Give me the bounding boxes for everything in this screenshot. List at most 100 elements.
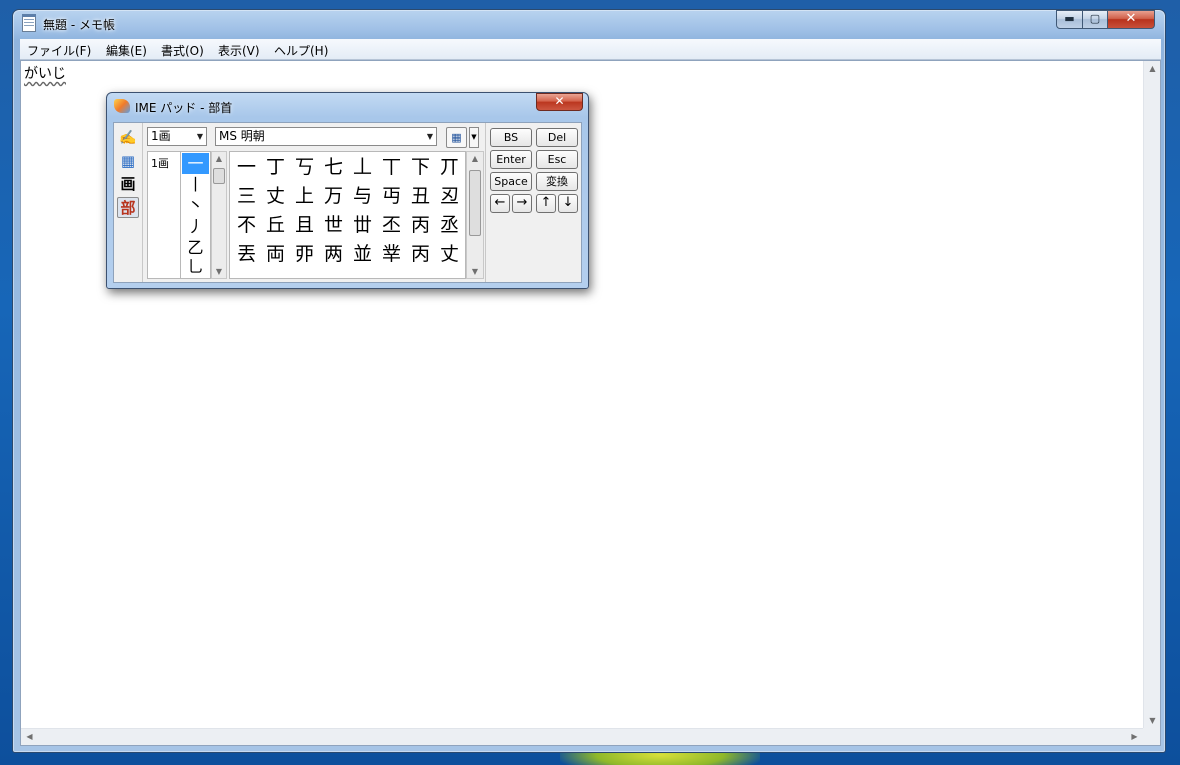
arrow-right-button[interactable]: → xyxy=(512,194,532,213)
kanji-char[interactable]: 一 xyxy=(232,153,261,182)
menu-edit[interactable]: 編集(E) xyxy=(106,42,147,59)
kanji-char[interactable]: 丈 xyxy=(261,182,290,211)
character-grid-scrollbar[interactable]: ▲ ▼ xyxy=(466,151,484,279)
kanji-char[interactable]: 丌 xyxy=(435,153,464,182)
ime-pad-title[interactable]: IME パッド - 部首 xyxy=(135,99,232,116)
close-button[interactable]: ✕ xyxy=(1107,10,1155,29)
arrow-left-button[interactable]: ← xyxy=(490,194,510,213)
ime-tool-panel: ✍ ▦ 画 部 xyxy=(114,123,143,282)
ime-close-button[interactable]: ✕ xyxy=(536,93,583,111)
scroll-up-icon[interactable]: ▲ xyxy=(1144,64,1161,73)
radical-list[interactable]: 一 丨 丶 丿 乙 乚 xyxy=(181,151,211,279)
notepad-icon xyxy=(22,14,36,32)
character-grid: 一丁丂七丄丅下丌三丈上万与丏丑丒不丘且世丗丕丙丞丟両丣两並丵丙丈 xyxy=(229,151,466,279)
kanji-char[interactable]: 両 xyxy=(261,240,290,269)
grid-view-icon: ▦ xyxy=(451,131,462,144)
ime-key-panel: BS Del Enter Esc Space 変換 ← → ↑ ↓ xyxy=(485,123,582,282)
handwriting-icon[interactable]: ✍ xyxy=(117,128,139,149)
kanji-char[interactable]: 世 xyxy=(319,211,348,240)
editor-text: がいじ xyxy=(24,66,66,82)
space-button[interactable]: Space xyxy=(490,172,532,191)
minimize-button[interactable]: ▬ xyxy=(1056,10,1083,29)
kanji-char[interactable]: 丒 xyxy=(435,182,464,211)
kanji-char[interactable]: 丑 xyxy=(406,182,435,211)
menu-format[interactable]: 書式(O) xyxy=(161,42,204,59)
arrow-up-button[interactable]: ↑ xyxy=(536,194,556,213)
scroll-up-icon[interactable]: ▲ xyxy=(467,154,483,163)
radical-stroke-list[interactable]: 1画 xyxy=(147,151,181,279)
kanji-char[interactable]: 与 xyxy=(348,182,377,211)
font-select[interactable]: MS 明朝 ▼ xyxy=(215,127,437,146)
kanji-char[interactable]: 两 xyxy=(319,240,348,269)
scroll-down-icon[interactable]: ▼ xyxy=(467,267,483,276)
radical-item[interactable]: 丨 xyxy=(182,174,209,195)
list-item[interactable]: 1画 xyxy=(151,155,169,171)
kanji-char[interactable]: 丙 xyxy=(406,211,435,240)
radical-item[interactable]: 一 xyxy=(182,153,209,174)
kanji-char[interactable]: 丵 xyxy=(377,240,406,269)
radical-item[interactable]: 乙 xyxy=(182,237,209,258)
kanji-char[interactable]: 不 xyxy=(232,211,261,240)
kanji-char[interactable]: 上 xyxy=(290,182,319,211)
scroll-down-icon[interactable]: ▼ xyxy=(1144,716,1161,725)
kanji-char[interactable]: 丘 xyxy=(261,211,290,240)
stroke-count-select[interactable]: 1画 ▼ xyxy=(147,127,207,146)
kanji-char[interactable]: 丟 xyxy=(232,240,261,269)
scroll-right-icon[interactable]: ▶ xyxy=(1126,732,1143,741)
kanji-char[interactable]: 丅 xyxy=(377,153,406,182)
stroke-count-value: 1画 xyxy=(151,129,171,143)
kanji-char[interactable]: 丁 xyxy=(261,153,290,182)
view-dropdown-button[interactable]: ▼ xyxy=(469,127,479,148)
kanji-char[interactable]: 丈 xyxy=(435,240,464,269)
kanji-char[interactable]: 並 xyxy=(348,240,377,269)
radical-icon[interactable]: 部 xyxy=(117,197,139,218)
ime-pad-icon xyxy=(114,99,130,113)
radical-item[interactable]: 乚 xyxy=(182,256,209,277)
scroll-left-icon[interactable]: ◀ xyxy=(21,732,38,741)
font-value: MS 明朝 xyxy=(219,129,265,143)
kanji-char[interactable]: 丙 xyxy=(406,240,435,269)
character-list-icon[interactable]: ▦ xyxy=(117,151,139,172)
menu-file[interactable]: ファイル(F) xyxy=(27,42,91,59)
enter-button[interactable]: Enter xyxy=(490,150,532,169)
stroke-count-icon[interactable]: 画 xyxy=(117,174,139,195)
chevron-down-icon: ▼ xyxy=(196,132,203,141)
kanji-char[interactable]: 丣 xyxy=(290,240,319,269)
kanji-char[interactable]: 丂 xyxy=(290,153,319,182)
convert-button[interactable]: 変換 xyxy=(536,172,578,191)
menu-view[interactable]: 表示(V) xyxy=(218,42,260,59)
kanji-char[interactable]: 丏 xyxy=(377,182,406,211)
ime-pad-window: IME パッド - 部首 ✕ ✍ ▦ 画 部 1画 ▼ MS 明朝 ▼ ▦ ▼ … xyxy=(106,92,589,289)
chevron-down-icon: ▼ xyxy=(426,132,433,141)
scroll-thumb[interactable] xyxy=(469,170,481,236)
ime-pad-body: ✍ ▦ 画 部 1画 ▼ MS 明朝 ▼ ▦ ▼ 1画 一 丨 丶 丿 乙 乚 xyxy=(113,122,582,283)
kanji-char[interactable]: 三 xyxy=(232,182,261,211)
kanji-char[interactable]: 丕 xyxy=(377,211,406,240)
backspace-button[interactable]: BS xyxy=(490,128,532,147)
kanji-char[interactable]: 万 xyxy=(319,182,348,211)
kanji-char[interactable]: 丗 xyxy=(348,211,377,240)
window-title: 無題 - メモ帳 xyxy=(43,18,115,32)
escape-button[interactable]: Esc xyxy=(536,150,578,169)
radical-item[interactable]: 丿 xyxy=(182,216,209,237)
kanji-char[interactable]: 丄 xyxy=(348,153,377,182)
kanji-char[interactable]: 且 xyxy=(290,211,319,240)
scroll-up-icon[interactable]: ▲ xyxy=(212,154,226,163)
menu-help[interactable]: ヘルプ(H) xyxy=(274,42,328,59)
scroll-down-icon[interactable]: ▼ xyxy=(212,267,226,276)
radical-item[interactable]: 丶 xyxy=(182,195,209,216)
horizontal-scrollbar[interactable]: ◀ ▶ xyxy=(21,728,1143,745)
scroll-thumb[interactable] xyxy=(213,168,225,184)
size-grip[interactable] xyxy=(1143,728,1160,745)
menu-bar: ファイル(F) 編集(E) 書式(O) 表示(V) ヘルプ(H) xyxy=(20,39,1161,60)
kanji-char[interactable]: 七 xyxy=(319,153,348,182)
arrow-down-button[interactable]: ↓ xyxy=(558,194,578,213)
delete-button[interactable]: Del xyxy=(536,128,578,147)
maximize-button[interactable]: ▢ xyxy=(1082,10,1108,29)
kanji-char[interactable]: 下 xyxy=(406,153,435,182)
title-bar[interactable]: 無題 - メモ帳 ▬ ▢ ✕ xyxy=(13,10,1165,39)
kanji-char[interactable]: 丞 xyxy=(435,211,464,240)
view-toggle-button[interactable]: ▦ xyxy=(446,127,467,148)
vertical-scrollbar[interactable]: ▲ ▼ xyxy=(1143,61,1160,728)
radical-scrollbar[interactable]: ▲ ▼ xyxy=(211,151,227,279)
